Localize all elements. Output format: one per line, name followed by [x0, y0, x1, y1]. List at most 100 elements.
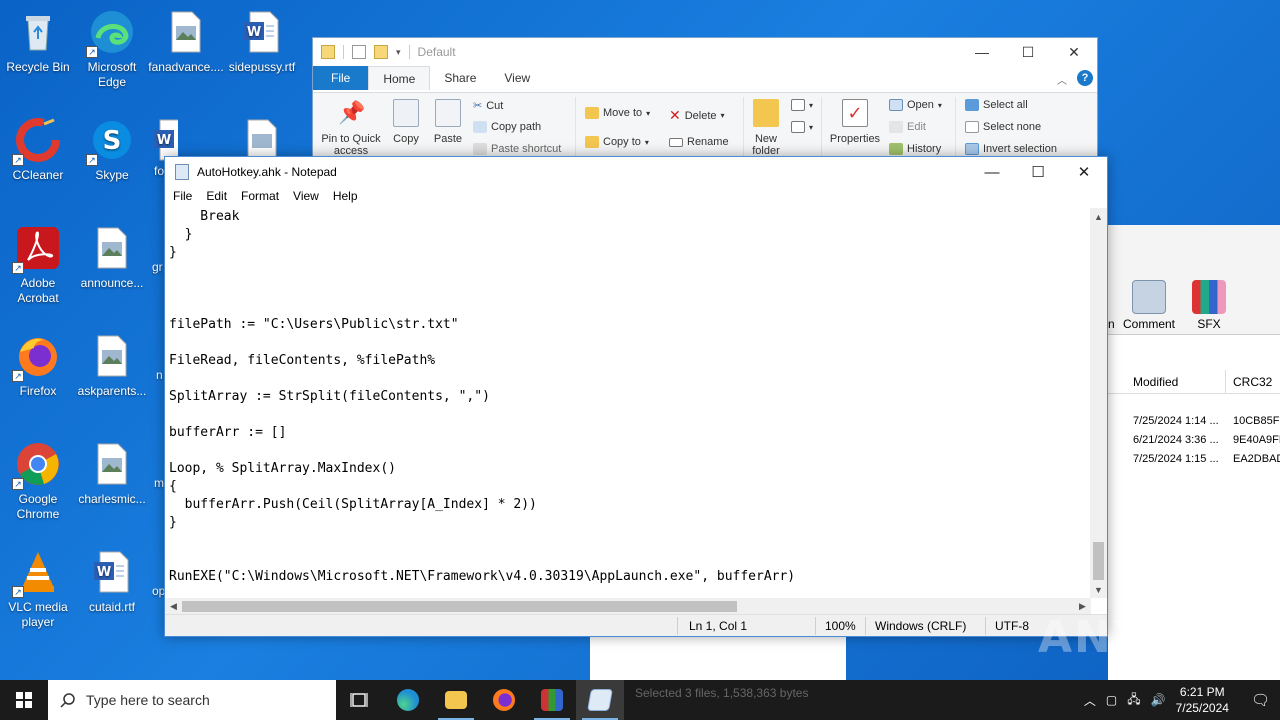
menu-help[interactable]: Help [327, 187, 366, 207]
column-modified[interactable]: Modified [1133, 375, 1178, 389]
archive-toolbar: n Comment SFX [1108, 225, 1280, 335]
tray-app-icon[interactable]: ▢ [1106, 693, 1117, 707]
text-editor[interactable]: Break } } filePath := "C:\Users\Public\s… [165, 208, 1091, 598]
help-icon[interactable]: ? [1077, 70, 1093, 86]
new-folder-button[interactable]: New folder [749, 99, 783, 157]
rename-button[interactable]: Rename [669, 136, 729, 148]
sfx-button[interactable]: SFX [1188, 280, 1230, 331]
maximize-button[interactable]: ☐ [1015, 157, 1061, 187]
menu-edit[interactable]: Edit [200, 187, 235, 207]
scroll-up-icon[interactable]: ▲ [1090, 208, 1107, 225]
invert-selection-button[interactable]: Invert selection [965, 143, 1057, 155]
desktop-icon-ccleaner[interactable]: ↗ CCleaner [0, 116, 76, 183]
desktop-icon-askparents[interactable]: askparents... [74, 332, 150, 399]
move-to-icon [585, 107, 599, 119]
separator [743, 97, 744, 159]
table-row[interactable]: 7/25/2024 1:14 ... 10CB85FE [1108, 412, 1280, 431]
tab-file[interactable]: File [313, 66, 369, 90]
desktop-icon-announce[interactable]: announce... [74, 224, 150, 291]
delete-button[interactable]: ✕ Delete ▾ [669, 107, 725, 124]
paste-shortcut-icon [473, 143, 487, 155]
menu-view[interactable]: View [287, 187, 327, 207]
properties-quick-icon[interactable] [352, 45, 366, 59]
search-icon [60, 693, 75, 708]
table-row[interactable]: 7/25/2024 1:15 ... EA2DBAD [1108, 450, 1280, 469]
shortcut-arrow-icon: ↗ [86, 46, 98, 58]
minimize-button[interactable]: — [969, 157, 1015, 187]
taskbar-file-explorer[interactable] [432, 680, 480, 720]
scroll-down-icon[interactable]: ▼ [1090, 581, 1107, 598]
editor-content[interactable]: Break } } filePath := "C:\Users\Public\s… [169, 208, 1091, 586]
horizontal-scroll-thumb[interactable] [182, 601, 737, 612]
desktop-icon-fanadvance[interactable]: fanadvance.... [148, 8, 224, 75]
column-crc32[interactable]: CRC32 [1233, 375, 1272, 389]
table-row[interactable]: 6/21/2024 3:36 ... 9E40A9FD [1108, 431, 1280, 450]
volume-icon[interactable]: 🔊 [1151, 693, 1166, 707]
taskbar-winrar[interactable] [528, 680, 576, 720]
edit-button[interactable]: Edit [889, 121, 926, 133]
desktop-icon-microsoft-edge[interactable]: ↗ Microsoft Edge [74, 8, 150, 90]
tab-home[interactable]: Home [368, 66, 431, 90]
move-to-button[interactable]: Move to ▾ [585, 107, 650, 119]
taskbar-edge[interactable] [384, 680, 432, 720]
taskbar-notepad[interactable] [576, 680, 624, 720]
pin-quick-access-button[interactable]: 📌 Pin to Quick access [319, 99, 383, 157]
history-button[interactable]: History [889, 143, 941, 155]
chrome-icon: ↗ [12, 440, 62, 490]
properties-button[interactable]: ✓ Properties [827, 99, 883, 145]
scroll-left-icon[interactable]: ◀ [165, 598, 182, 615]
horizontal-scrollbar[interactable]: ◀ ▶ [165, 598, 1091, 615]
select-none-icon [965, 121, 979, 133]
taskbar-search[interactable]: Type here to search [48, 680, 336, 720]
open-button[interactable]: Open ▾ [889, 99, 942, 111]
select-none-button[interactable]: Select none [965, 121, 1041, 133]
taskbar-firefox[interactable] [480, 680, 528, 720]
select-all-button[interactable]: Select all [965, 99, 1028, 111]
desktop-icon-charlesmic[interactable]: charlesmic... [74, 440, 150, 507]
desktop-icon-google-chrome[interactable]: ↗ Google Chrome [0, 440, 76, 522]
vertical-scrollbar[interactable]: ▲ ▼ [1090, 208, 1107, 598]
toolbar-partial-label: n [1108, 317, 1115, 331]
clock[interactable]: 6:21 PM 7/25/2024 [1176, 684, 1229, 716]
start-button[interactable] [0, 680, 48, 720]
menu-file[interactable]: File [167, 187, 200, 207]
maximize-button[interactable]: ☐ [1005, 38, 1051, 66]
desktop-icon-skype[interactable]: S ↗ Skype [74, 116, 150, 183]
notepad-window[interactable]: AutoHotkey.ahk - Notepad — ☐ ✕ File Edit… [164, 156, 1108, 637]
comment-button[interactable]: Comment [1122, 280, 1176, 331]
copy-path-button[interactable]: Copy path [473, 121, 541, 133]
desktop-icon-sidepussy[interactable]: W sidepussy.rtf [224, 8, 300, 75]
status-line-ending: Windows (CRLF) [875, 619, 967, 633]
cut-button[interactable]: ✂ Cut [473, 99, 503, 113]
paste-shortcut-button[interactable]: Paste shortcut [473, 143, 561, 155]
file-explorer-window[interactable]: ▾ Default — ☐ ✕ File Home Share View ︿ ?… [312, 37, 1098, 162]
notification-icon[interactable]: 🗨 [1251, 691, 1270, 709]
desktop-icon-firefox[interactable]: ↗ Firefox [0, 332, 76, 399]
tab-share[interactable]: Share [430, 66, 490, 90]
vertical-scroll-thumb[interactable] [1093, 542, 1104, 580]
tray-overflow-icon[interactable]: ︿ [1084, 692, 1096, 709]
explorer-body [590, 630, 846, 680]
copy-button[interactable]: Copy [389, 99, 423, 145]
desktop-icon-cutaid[interactable]: W cutaid.rtf [74, 548, 150, 615]
desktop-icon-adobe-acrobat[interactable]: ↗ Adobe Acrobat [0, 224, 76, 306]
collapse-ribbon-icon[interactable]: ︿ [1057, 72, 1067, 87]
menu-format[interactable]: Format [235, 187, 287, 207]
paste-button[interactable]: Paste [431, 99, 465, 145]
close-button[interactable]: ✕ [1051, 38, 1097, 66]
new-folder-quick-icon[interactable] [374, 45, 388, 59]
desktop-icon-vlc[interactable]: ↗ VLC media player [0, 548, 76, 630]
menu-bar: File Edit Format View Help [165, 187, 1107, 207]
network-icon[interactable]: 🖧 [1127, 690, 1140, 711]
explorer-title-bar: ▾ Default — ☐ ✕ [313, 38, 1097, 66]
status-divider [677, 617, 678, 635]
copy-to-button[interactable]: Copy to ▾ [585, 136, 649, 148]
task-view-button[interactable] [336, 680, 384, 720]
minimize-button[interactable]: — [959, 38, 1005, 66]
quick-access-dropdown-icon[interactable]: ▾ [396, 47, 401, 58]
easy-access-button[interactable]: ▾ [791, 121, 813, 133]
tab-view[interactable]: View [490, 66, 544, 90]
close-button[interactable]: ✕ [1061, 157, 1107, 187]
desktop-icon-recycle-bin[interactable]: Recycle Bin [0, 8, 76, 75]
new-item-button[interactable]: ▾ [791, 99, 813, 111]
